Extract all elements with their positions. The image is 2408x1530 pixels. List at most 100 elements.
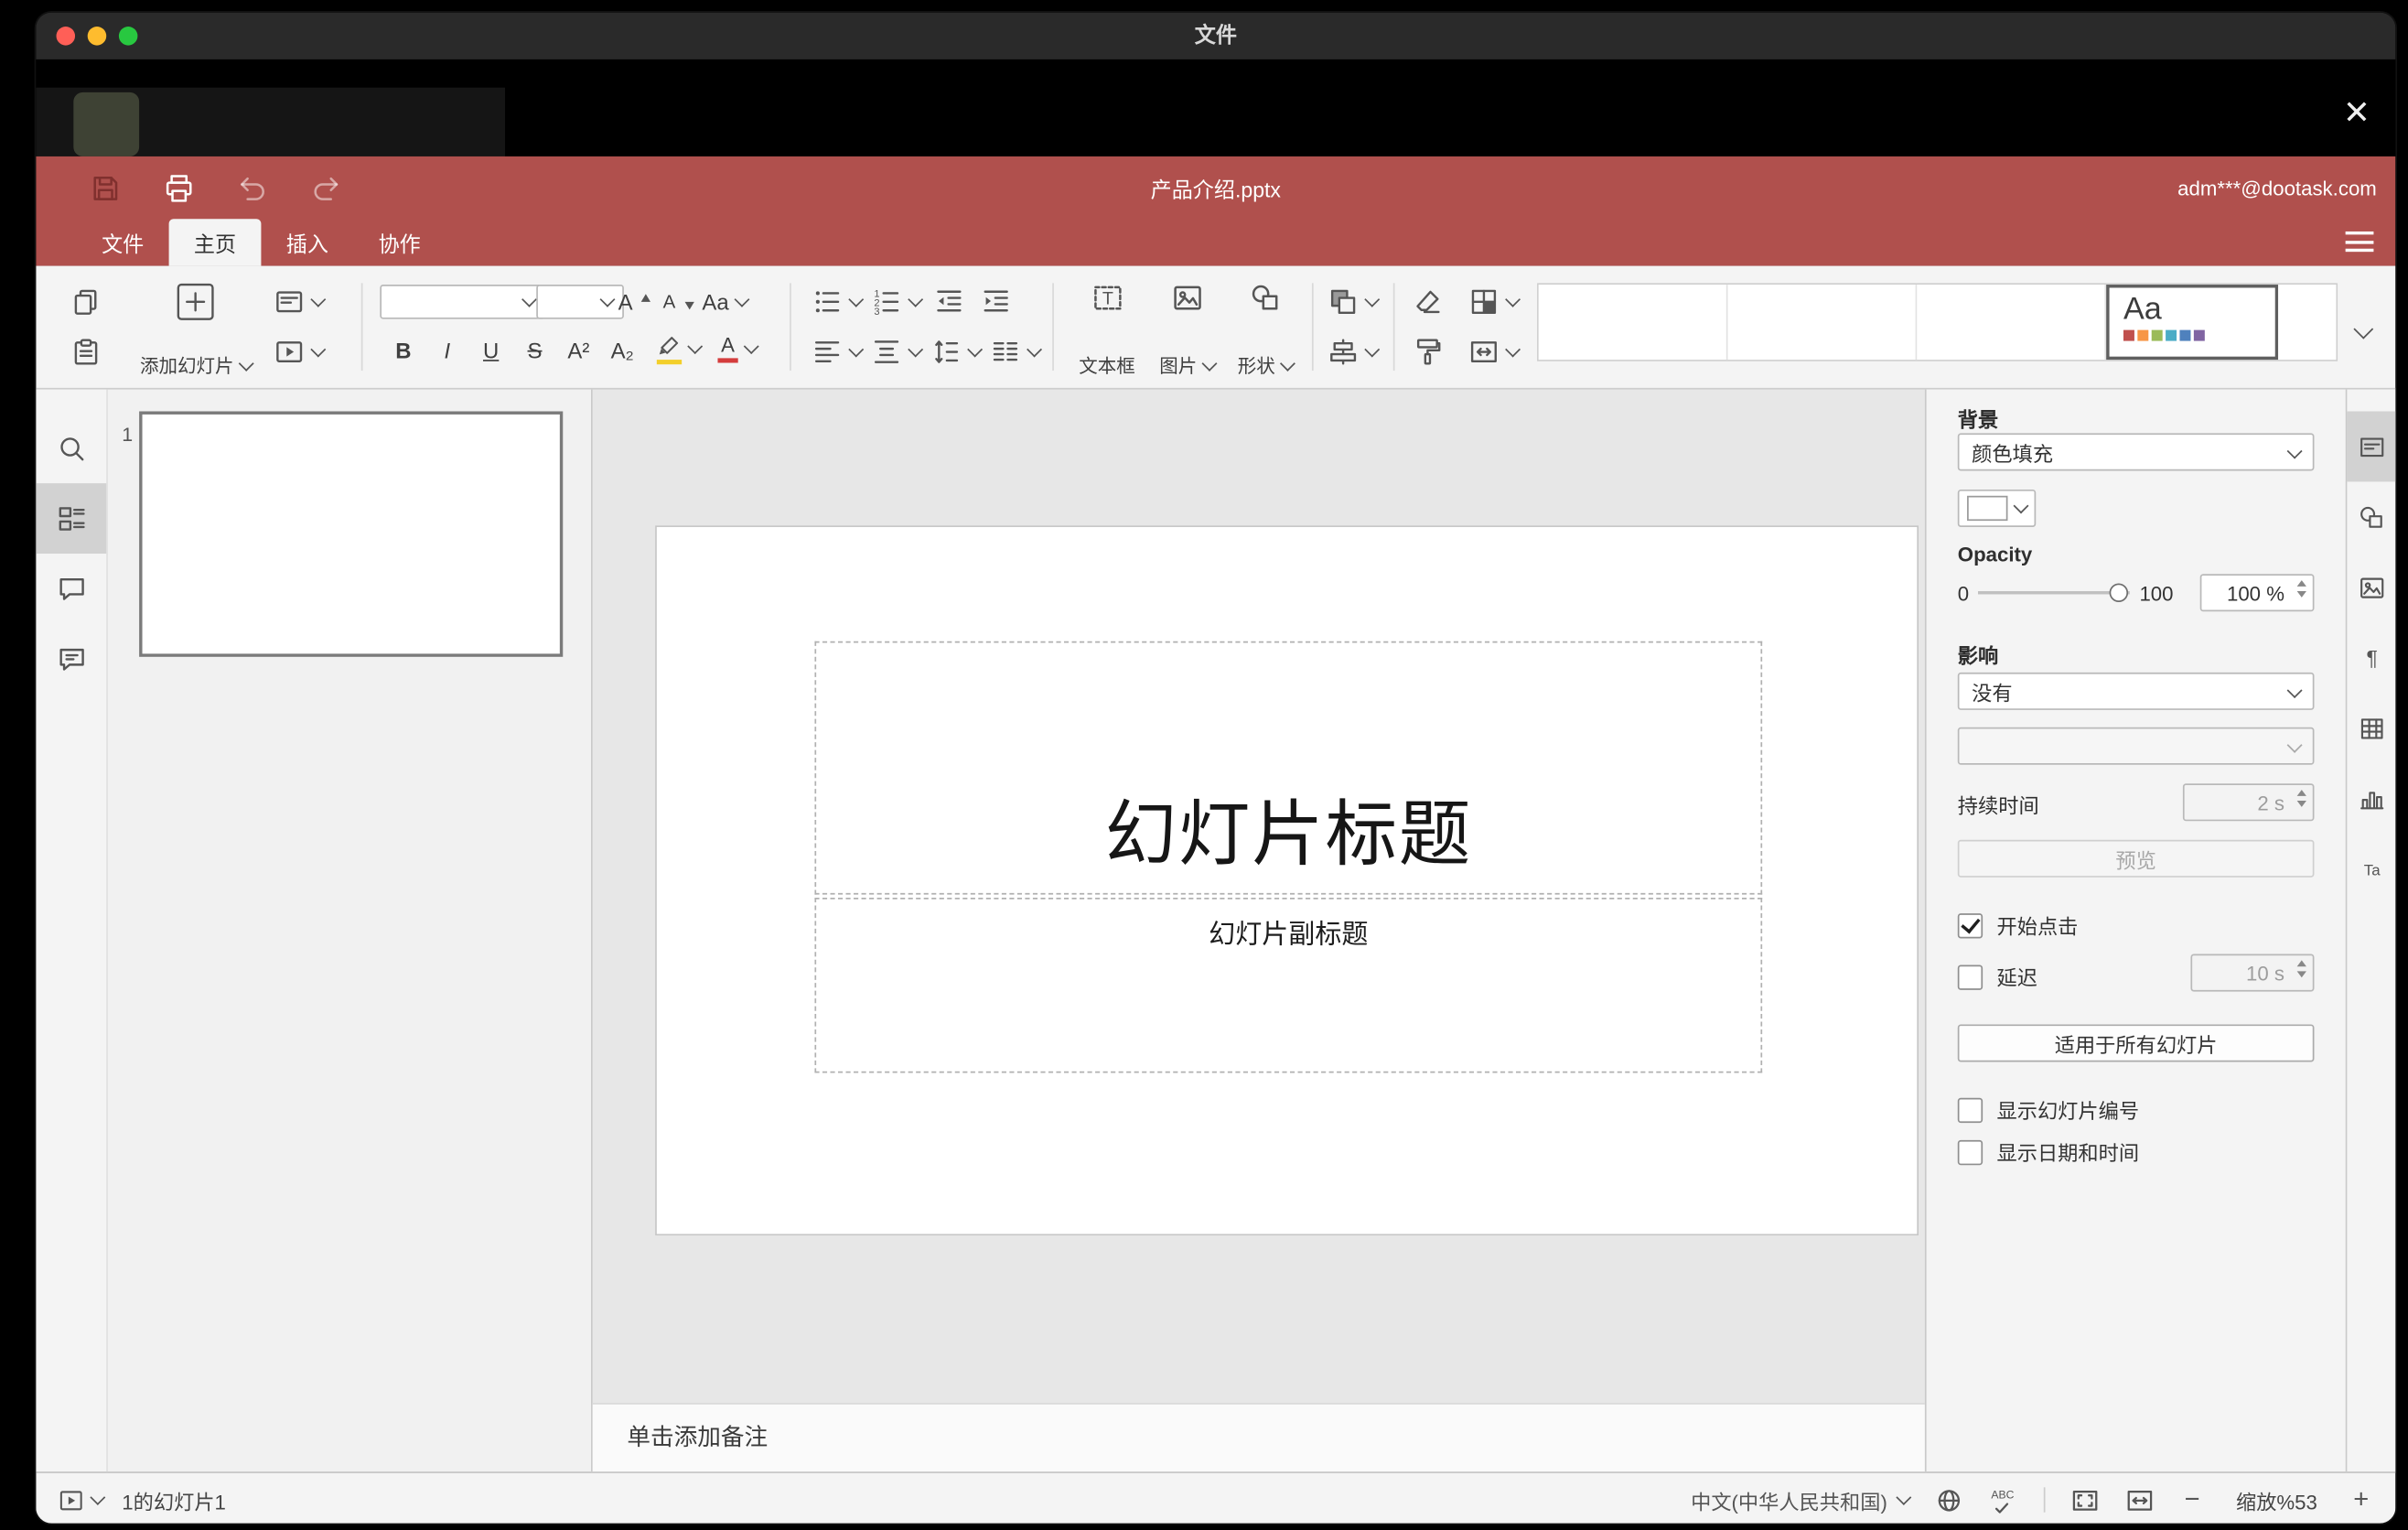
right-panel-bar: ¶ Ta <box>2345 389 2396 1472</box>
title-placeholder[interactable]: 幻灯片标题 <box>814 641 1763 895</box>
fill-type-value: 颜色填充 <box>1972 441 2054 466</box>
search-icon <box>59 436 83 460</box>
font-color-button[interactable]: A <box>717 330 759 368</box>
comments-panel-button[interactable] <box>36 554 106 624</box>
fit-slide-button[interactable] <box>2070 1485 2100 1514</box>
text-box-button[interactable]: T 文本框 <box>1068 278 1145 382</box>
slide-thumbnail[interactable] <box>139 411 564 657</box>
language-selector[interactable]: 中文(中华人民共和国) <box>1691 1485 1912 1514</box>
decrease-indent-button[interactable] <box>933 283 964 320</box>
duration-spinner[interactable]: 2 s <box>2182 783 2315 822</box>
strikeout-button[interactable]: S <box>518 333 553 368</box>
tab-file[interactable]: 文件 <box>77 219 169 265</box>
bullets-button[interactable] <box>812 283 865 320</box>
fill-color-button[interactable] <box>1468 283 1521 320</box>
table-settings-icon <box>2360 717 2382 738</box>
shape-settings-button[interactable] <box>2347 481 2395 552</box>
chevron-down-icon <box>967 341 984 358</box>
theme-thumbnail[interactable] <box>1538 285 1728 361</box>
numbering-button[interactable]: 123 <box>871 283 924 320</box>
line-spacing-button[interactable] <box>930 333 984 371</box>
image-button[interactable]: 图片 <box>1149 278 1224 382</box>
image-settings-button[interactable] <box>2347 552 2395 622</box>
show-date-checkbox[interactable] <box>1957 1139 1983 1165</box>
theme-thumbnail-selected[interactable]: Aa <box>2106 285 2279 361</box>
paste-icon[interactable] <box>70 333 102 371</box>
subtitle-placeholder[interactable]: 幻灯片副标题 <box>814 898 1763 1073</box>
slide-editor[interactable]: 幻灯片标题 幻灯片副标题 <box>655 525 1919 1236</box>
align-shape-button[interactable] <box>1328 333 1381 371</box>
apply-to-all-button[interactable]: 适用于所有幻灯片 <box>1957 1024 2315 1062</box>
slide-size-button[interactable] <box>1468 333 1521 371</box>
background-color-select[interactable] <box>1957 489 2037 527</box>
transition-select[interactable]: 没有 <box>1957 672 2315 710</box>
increment-font-button[interactable]: A <box>615 283 650 320</box>
status-bar: 1的幻灯片1 中文(中华人民共和国) ABC − 缩放%53 + <box>36 1471 2396 1524</box>
arrange-shape-button[interactable] <box>1328 283 1381 320</box>
columns-button[interactable] <box>990 333 1043 371</box>
start-preview-button[interactable] <box>58 1486 106 1513</box>
tab-collaborate[interactable]: 协作 <box>353 219 446 265</box>
add-slide-button[interactable]: 添加幻灯片 <box>126 278 263 382</box>
tab-insert[interactable]: 插入 <box>261 219 353 265</box>
shape-settings-icon <box>2360 506 2381 527</box>
theme-gallery-expand-button[interactable] <box>2353 313 2374 350</box>
delay-checkbox[interactable] <box>1957 964 1983 990</box>
avatar <box>73 92 140 156</box>
copy-icon[interactable] <box>70 283 102 320</box>
tab-home[interactable]: 主页 <box>168 219 262 266</box>
background-fill-select[interactable]: 颜色填充 <box>1957 433 2315 471</box>
highlight-color-button[interactable] <box>655 330 704 368</box>
theme-thumbnail[interactable] <box>1727 285 1918 361</box>
italic-button[interactable]: I <box>430 333 465 368</box>
slide-title-text: 幻灯片标题 <box>1104 792 1473 875</box>
preview-button[interactable]: 预览 <box>1957 839 2315 878</box>
increase-indent-button[interactable] <box>981 283 1012 320</box>
chevron-down-icon <box>687 339 704 355</box>
zoom-out-button[interactable]: − <box>2179 1484 2204 1515</box>
table-settings-button[interactable] <box>2347 693 2395 763</box>
change-case-button[interactable]: Aa <box>702 283 750 320</box>
menu-icon[interactable] <box>2345 231 2374 257</box>
shape-button[interactable]: 形状 <box>1228 278 1303 382</box>
start-slideshow-button[interactable] <box>274 333 327 371</box>
superscript-button[interactable]: A² <box>562 333 597 368</box>
slides-panel-button[interactable] <box>36 483 107 555</box>
chat-panel-button[interactable] <box>36 624 106 695</box>
chevron-down-icon <box>908 341 924 358</box>
fit-width-button[interactable] <box>2125 1485 2155 1514</box>
font-size-combo[interactable] <box>536 285 624 319</box>
paragraph-settings-button[interactable]: ¶ <box>2347 622 2395 693</box>
slide-settings-button[interactable] <box>2347 411 2396 482</box>
slide-layout-button[interactable] <box>274 283 327 320</box>
clear-style-button[interactable] <box>1412 283 1443 320</box>
zoom-in-button[interactable]: + <box>2349 1484 2373 1515</box>
show-slide-number-checkbox[interactable] <box>1957 1096 1983 1123</box>
opacity-max-label: 100 <box>2139 580 2174 605</box>
spellcheck-button[interactable]: ABC <box>1989 1485 2018 1514</box>
vertical-align-button[interactable] <box>871 333 924 371</box>
opacity-slider[interactable] <box>1978 583 2131 603</box>
opacity-value-spinner[interactable]: 100 % <box>2199 574 2315 612</box>
chart-settings-button[interactable] <box>2347 763 2395 834</box>
home-toolbar: 添加幻灯片 A A Aa B I U S A² A₂ A 1 2 3 T 文本框… <box>36 265 2396 390</box>
opacity-slider-knob[interactable] <box>2110 583 2129 603</box>
document-language-button[interactable] <box>1934 1485 1963 1514</box>
transition-label: 影响 <box>1957 644 1999 668</box>
textart-settings-button[interactable]: Ta <box>2347 834 2395 904</box>
decrement-font-button[interactable]: A <box>659 283 694 320</box>
theme-thumbnail[interactable] <box>1917 285 2107 361</box>
start-on-click-checkbox[interactable] <box>1957 912 1983 938</box>
search-panel-button[interactable] <box>36 413 106 483</box>
bold-button[interactable]: B <box>386 333 421 368</box>
font-name-combo[interactable] <box>380 285 546 319</box>
copy-style-button[interactable] <box>1412 333 1443 371</box>
notes-area[interactable]: 单击添加备注 <box>592 1403 1925 1472</box>
underline-button[interactable]: U <box>474 333 509 368</box>
delay-spinner[interactable]: 10 s <box>2190 954 2315 992</box>
transition-effect-select[interactable] <box>1957 727 2315 765</box>
horizontal-align-button[interactable] <box>812 333 865 371</box>
theme-thumbnail[interactable] <box>2278 285 2337 361</box>
subscript-button[interactable]: A₂ <box>605 333 640 368</box>
close-icon[interactable]: ✕ <box>2343 97 2370 130</box>
